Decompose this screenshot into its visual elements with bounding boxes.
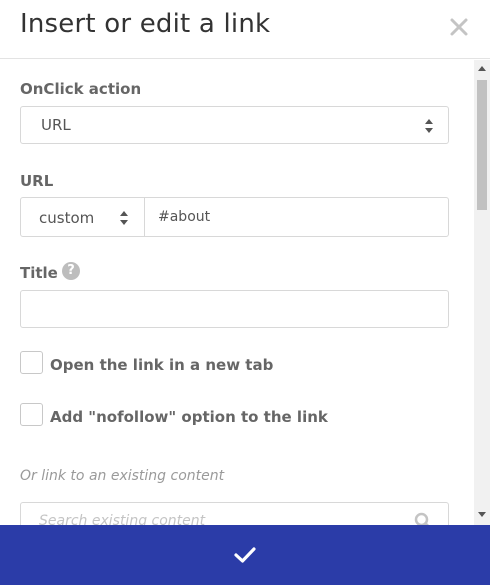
dialog-title: Insert or edit a link (20, 9, 271, 39)
select-updown-icon (120, 211, 128, 225)
url-type-value: custom (39, 209, 95, 227)
scroll-thumb[interactable] (477, 80, 487, 210)
dialog-body: OnClick action URL URL custom Title ? Op… (0, 60, 474, 525)
select-updown-icon (425, 119, 433, 133)
scroll-up-arrow-icon[interactable] (478, 66, 486, 71)
url-input[interactable] (146, 198, 448, 236)
onclick-action-value: URL (41, 116, 71, 134)
title-input[interactable] (20, 290, 449, 328)
existing-content-hint: Or link to an existing content (20, 468, 225, 484)
new-tab-label[interactable]: Open the link in a new tab (50, 356, 273, 374)
check-icon (234, 547, 256, 563)
url-field-group: custom (20, 197, 449, 237)
title-label: Title (20, 264, 58, 282)
onclick-action-label: OnClick action (20, 80, 142, 98)
scroll-down-arrow-icon[interactable] (478, 512, 486, 517)
help-icon[interactable]: ? (62, 262, 80, 280)
dialog-header: Insert or edit a link (0, 0, 490, 59)
close-icon (450, 18, 468, 36)
dialog-scrollbar[interactable] (474, 60, 490, 525)
search-icon (414, 512, 429, 525)
nofollow-label[interactable]: Add "nofollow" option to the link (50, 408, 328, 426)
search-existing-input[interactable] (21, 503, 411, 525)
onclick-action-select[interactable]: URL (20, 106, 449, 144)
nofollow-checkbox[interactable] (20, 403, 43, 426)
close-button[interactable] (446, 14, 472, 40)
search-existing-box (20, 502, 449, 525)
confirm-button[interactable] (0, 525, 490, 585)
url-label: URL (20, 172, 54, 190)
new-tab-checkbox[interactable] (20, 351, 43, 374)
url-type-select[interactable]: custom (21, 198, 145, 236)
